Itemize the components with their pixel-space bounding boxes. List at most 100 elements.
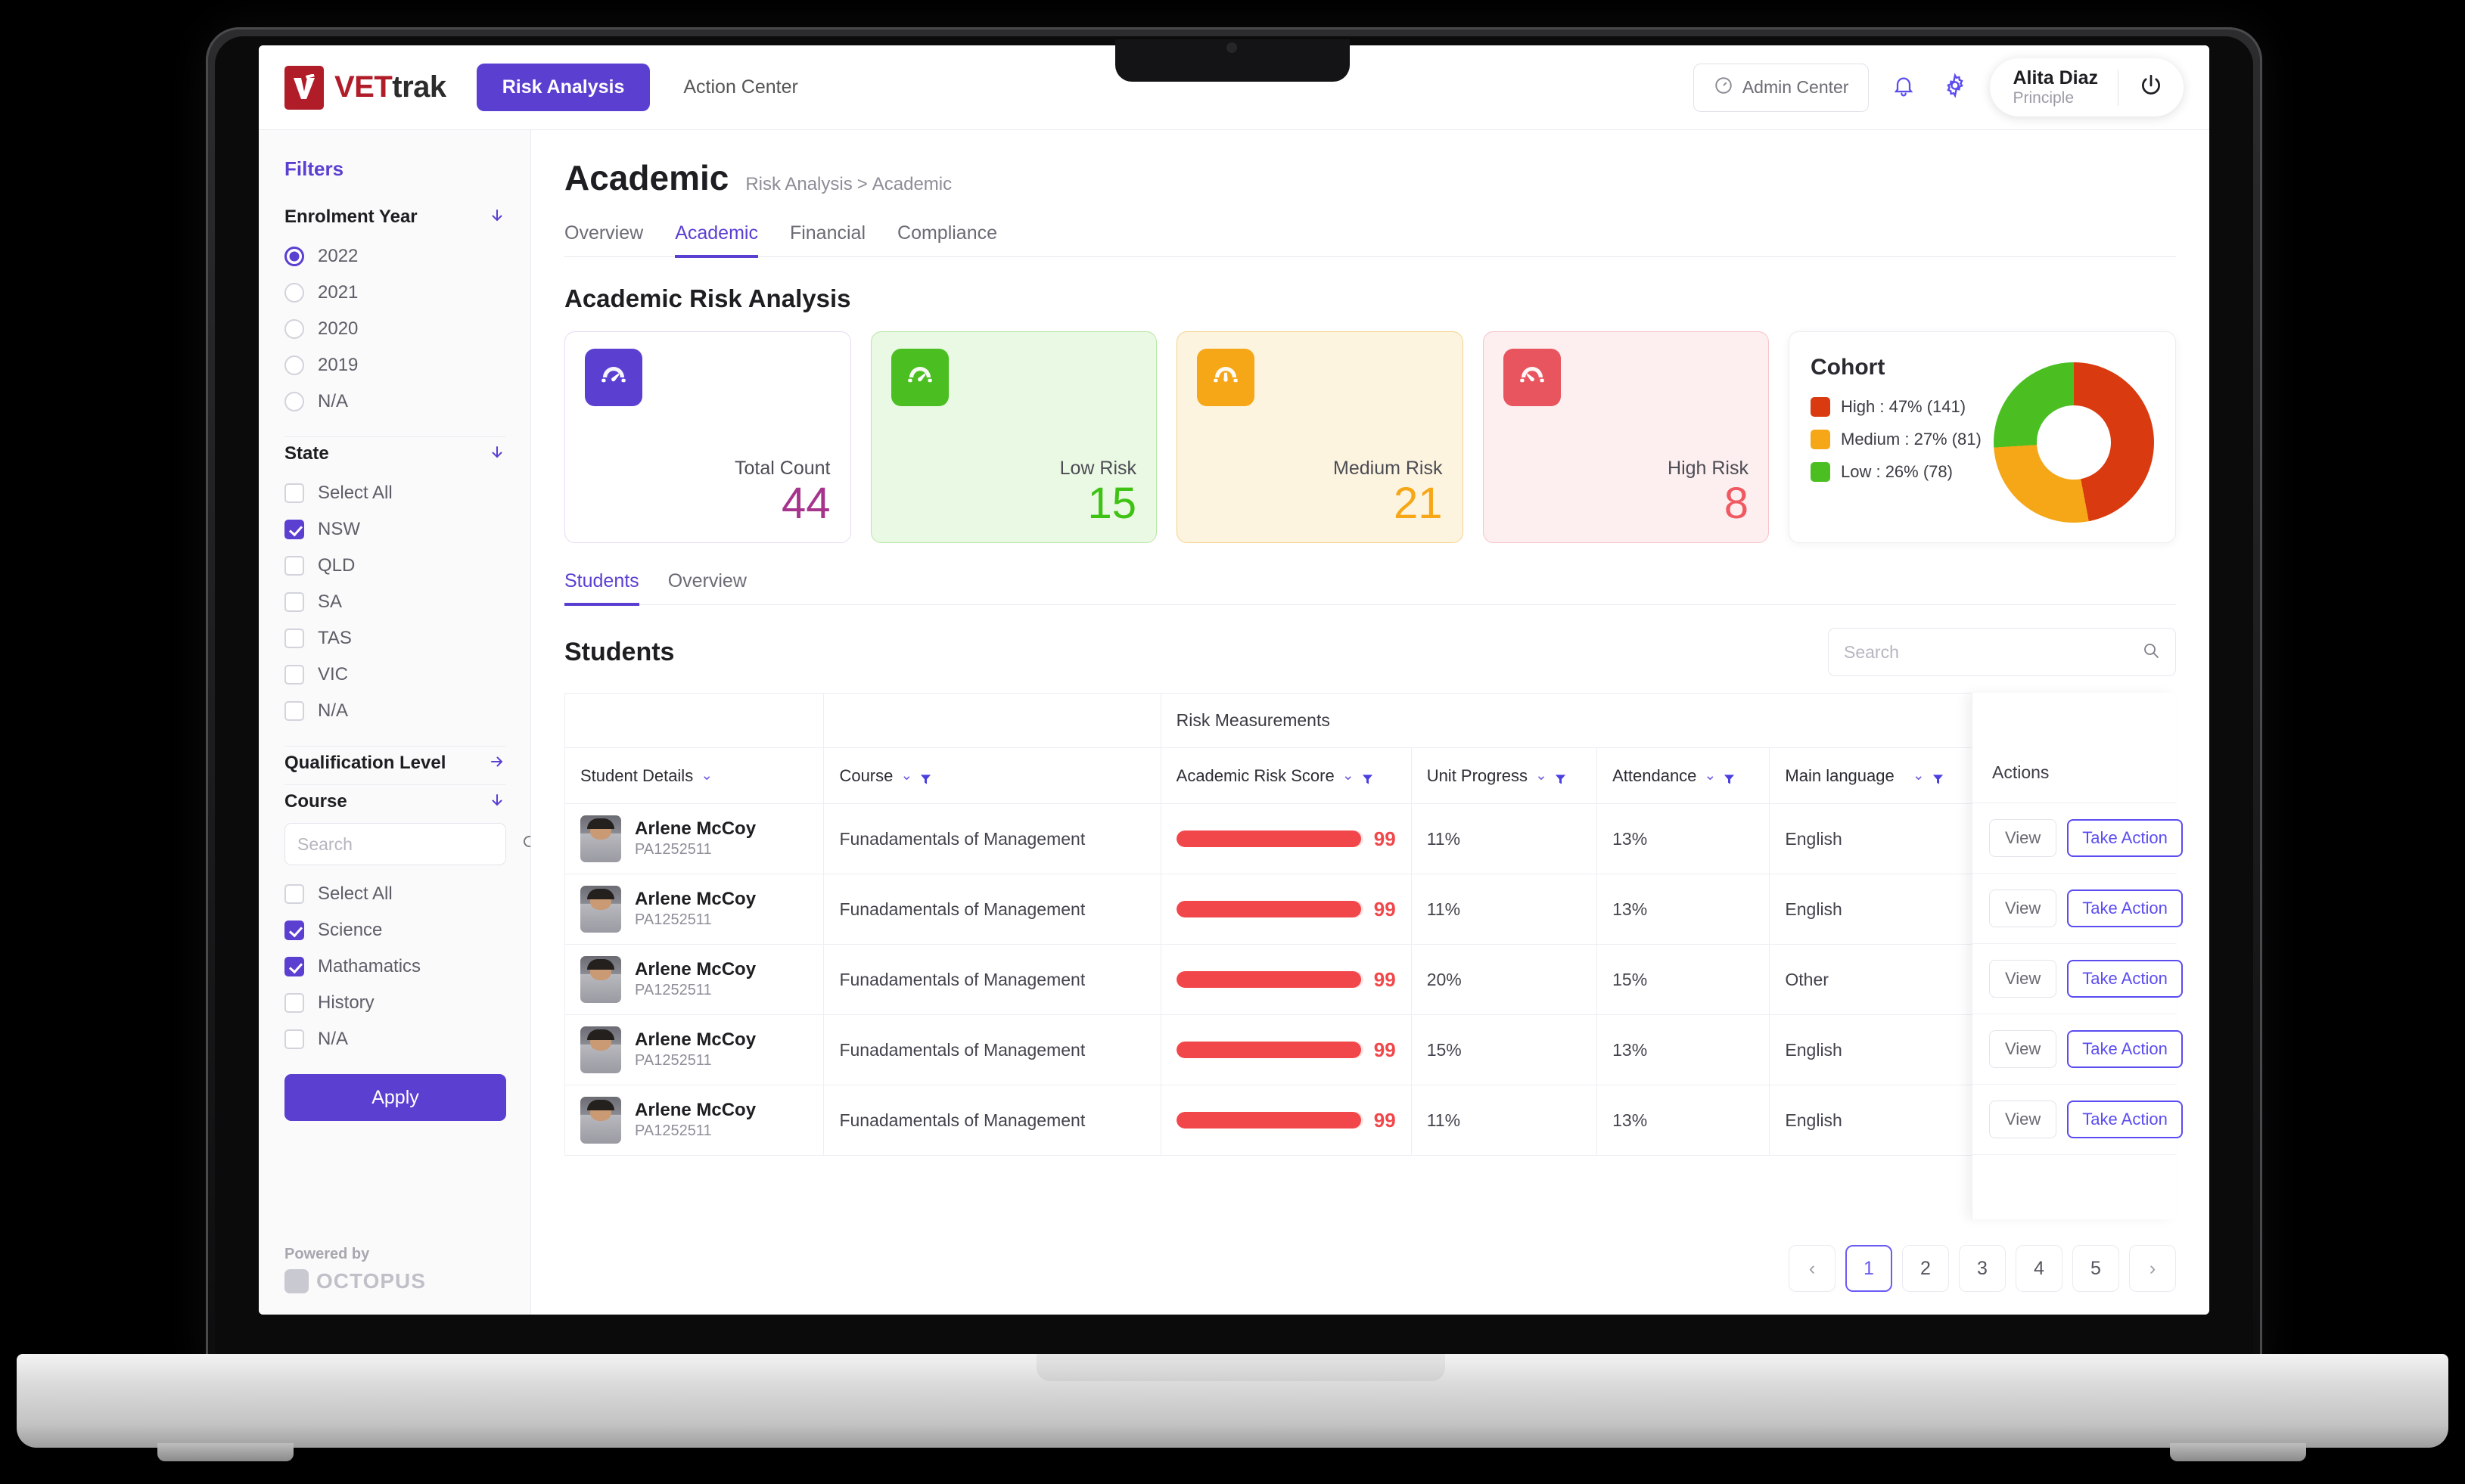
pagination-page-4[interactable]: 4: [2016, 1245, 2062, 1292]
take-action-button[interactable]: Take Action: [2067, 819, 2183, 857]
filter-group-header[interactable]: Course: [284, 791, 506, 812]
pagination-prev[interactable]: ‹: [1789, 1245, 1836, 1292]
radio-option-na[interactable]: N/A: [284, 383, 506, 420]
column-header-course[interactable]: Course ⌄: [823, 747, 1161, 804]
filter-icon[interactable]: [1932, 770, 1944, 784]
chevron-down-icon[interactable]: ⌄: [900, 767, 912, 784]
checkbox-icon[interactable]: [284, 921, 304, 940]
filter-group-header[interactable]: Qualification Level: [284, 753, 506, 774]
take-action-button[interactable]: Take Action: [2067, 960, 2183, 998]
checkbox-icon[interactable]: [284, 884, 304, 904]
checkbox-option-qld[interactable]: QLD: [284, 548, 506, 584]
pagination-page-3[interactable]: 3: [1959, 1245, 2006, 1292]
radio-option-2021[interactable]: 2021: [284, 275, 506, 311]
radio-option-2020[interactable]: 2020: [284, 311, 506, 347]
arrow-down-icon[interactable]: [488, 443, 506, 464]
take-action-button[interactable]: Take Action: [2067, 1101, 2183, 1138]
tab-table-overview[interactable]: Overview: [668, 570, 747, 606]
kpi-card-low-risk[interactable]: Low Risk 15: [870, 331, 1157, 543]
filter-icon[interactable]: [920, 770, 931, 784]
column-header-academic-risk-score[interactable]: Academic Risk Score ⌄: [1160, 747, 1412, 804]
table-row[interactable]: Arlene McCoy PA1252511 Funadamentals of Ma…: [564, 944, 2177, 1015]
radio-icon[interactable]: [284, 283, 304, 303]
radio-option-2019[interactable]: 2019: [284, 347, 506, 383]
chevron-down-icon[interactable]: ⌄: [701, 767, 713, 784]
admin-center-button[interactable]: Admin Center: [1693, 63, 1870, 112]
breadcrumb-root[interactable]: Risk Analysis: [745, 174, 852, 194]
checkbox-icon[interactable]: [284, 483, 304, 503]
column-header-attendance[interactable]: Attendance ⌄: [1596, 747, 1770, 804]
checkbox-icon[interactable]: [284, 556, 304, 576]
table-row[interactable]: Arlene McCoy PA1252511 Funadamentals of Ma…: [564, 803, 2177, 874]
column-header-student-details[interactable]: Student Details ⌄: [564, 747, 825, 804]
chevron-down-icon[interactable]: ⌄: [1535, 767, 1547, 784]
chevron-down-icon[interactable]: ⌄: [1913, 767, 1925, 784]
nav-risk-analysis[interactable]: Risk Analysis: [476, 64, 651, 111]
checkbox-option-nsw[interactable]: NSW: [284, 511, 506, 548]
checkbox-option-mathamatics[interactable]: Mathamatics: [284, 948, 506, 985]
course-search-input[interactable]: [297, 834, 521, 855]
arrow-right-icon[interactable]: [488, 753, 506, 774]
tab-compliance[interactable]: Compliance: [897, 222, 997, 258]
checkbox-option-select-all[interactable]: Select All: [284, 475, 506, 511]
checkbox-icon[interactable]: [284, 701, 304, 721]
table-row[interactable]: Arlene McCoy PA1252511 Funadamentals of Ma…: [564, 1085, 2177, 1156]
apply-filters-button[interactable]: Apply: [284, 1074, 506, 1121]
table-row[interactable]: Arlene McCoy PA1252511 Funadamentals of Ma…: [564, 874, 2177, 945]
column-header-main-language[interactable]: Main language ⌄: [1769, 747, 1986, 804]
checkbox-option-select-all[interactable]: Select All: [284, 876, 506, 912]
checkbox-icon[interactable]: [284, 1029, 304, 1049]
pagination-next[interactable]: ›: [2129, 1245, 2176, 1292]
filter-icon[interactable]: [1362, 770, 1373, 784]
kpi-card-total-count[interactable]: Total Count 44: [564, 331, 851, 543]
tab-students[interactable]: Students: [564, 570, 639, 606]
filter-icon[interactable]: [1724, 770, 1735, 784]
tab-academic[interactable]: Academic: [675, 222, 758, 258]
checkbox-option-sa[interactable]: SA: [284, 584, 506, 620]
chevron-down-icon[interactable]: ⌄: [1704, 767, 1716, 784]
view-button[interactable]: View: [1989, 1030, 2057, 1068]
pagination-page-2[interactable]: 2: [1902, 1245, 1949, 1292]
arrow-down-icon[interactable]: [488, 791, 506, 812]
user-menu[interactable]: Alita Diaz Principle: [1990, 57, 2184, 117]
table-search-box[interactable]: [1828, 628, 2176, 676]
pagination-page-1[interactable]: 1: [1845, 1245, 1892, 1292]
checkbox-icon[interactable]: [284, 665, 304, 685]
radio-icon[interactable]: [284, 247, 304, 266]
notifications-button[interactable]: [1887, 71, 1920, 104]
chevron-down-icon[interactable]: ⌄: [1342, 767, 1354, 784]
brand-logo[interactable]: VETtrak: [284, 65, 446, 110]
radio-icon[interactable]: [284, 355, 304, 375]
kpi-card-medium-risk[interactable]: Medium Risk 21: [1177, 331, 1463, 543]
tab-overview[interactable]: Overview: [564, 222, 643, 258]
filter-group-header[interactable]: State: [284, 443, 506, 464]
filter-icon[interactable]: [1555, 770, 1566, 784]
take-action-button[interactable]: Take Action: [2067, 1030, 2183, 1068]
checkbox-icon[interactable]: [284, 957, 304, 976]
checkbox-option-tas[interactable]: TAS: [284, 620, 506, 657]
checkbox-option-na[interactable]: N/A: [284, 693, 506, 729]
checkbox-icon[interactable]: [284, 993, 304, 1013]
checkbox-icon[interactable]: [284, 520, 304, 539]
filter-group-header[interactable]: Enrolment Year: [284, 206, 506, 228]
view-button[interactable]: View: [1989, 1101, 2057, 1138]
checkbox-icon[interactable]: [284, 629, 304, 648]
pagination-page-5[interactable]: 5: [2072, 1245, 2119, 1292]
view-button[interactable]: View: [1989, 819, 2057, 857]
checkbox-option-na[interactable]: N/A: [284, 1021, 506, 1057]
power-icon[interactable]: [2138, 73, 2164, 102]
view-button[interactable]: View: [1989, 889, 2057, 927]
checkbox-icon[interactable]: [284, 592, 304, 612]
checkbox-option-science[interactable]: Science: [284, 912, 506, 948]
radio-icon[interactable]: [284, 392, 304, 411]
view-button[interactable]: View: [1989, 960, 2057, 998]
tab-financial[interactable]: Financial: [790, 222, 866, 258]
checkbox-option-vic[interactable]: VIC: [284, 657, 506, 693]
arrow-down-icon[interactable]: [488, 206, 506, 228]
take-action-button[interactable]: Take Action: [2067, 889, 2183, 927]
column-header-unit-progress[interactable]: Unit Progress ⌄: [1410, 747, 1598, 804]
course-search-box[interactable]: [284, 823, 530, 865]
kpi-card-high-risk[interactable]: High Risk 8: [1482, 331, 1769, 543]
table-row[interactable]: Arlene McCoy PA1252511 Funadamentals of Ma…: [564, 1014, 2177, 1085]
radio-icon[interactable]: [284, 319, 304, 339]
